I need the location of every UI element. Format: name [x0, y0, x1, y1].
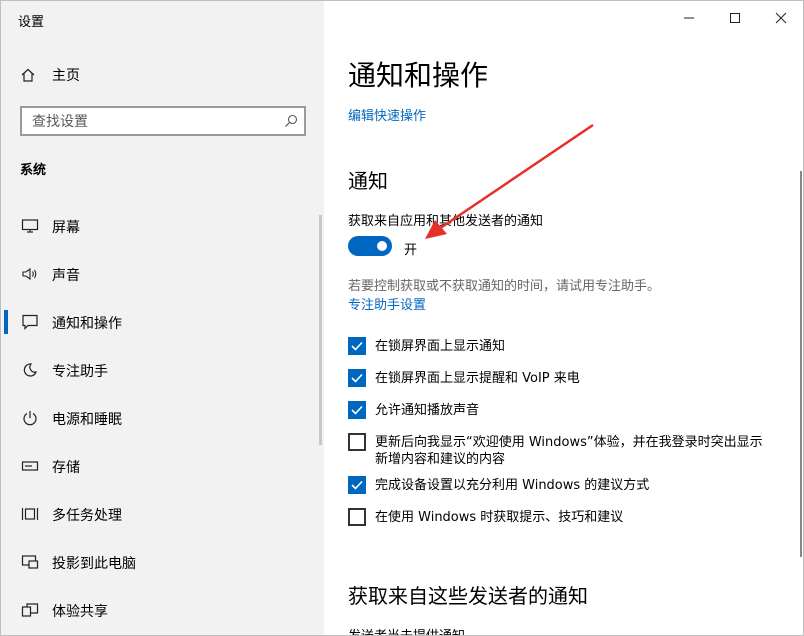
maximize-icon [730, 13, 740, 23]
checkbox-label: 在使用 Windows 时获取提示、技巧和建议 [375, 510, 624, 525]
sidebar-item-project[interactable]: 投影到此电脑 [1, 540, 324, 584]
senders-subtext: 发送者当未提供通知 [348, 625, 465, 635]
focus-assist-settings-link[interactable]: 专注助手设置 [348, 294, 426, 313]
sidebar: 设置 主页 系统 屏幕 声音 [1, 1, 324, 635]
sidebar-item-label: 投影到此电脑 [52, 556, 136, 572]
multitask-icon [20, 504, 40, 524]
main-content: 通知和操作 编辑快速操作 通知 获取来自应用和其他发送者的通知 开 若要控制获取… [324, 1, 803, 635]
minimize-button[interactable] [666, 5, 712, 31]
checkbox-row[interactable]: 在锁屏界面上显示提醒和 VoIP 来电 [348, 369, 778, 387]
checkbox-checked[interactable] [348, 401, 366, 419]
helper-text: 若要控制获取或不获取通知的时间，请试用专注助手。 [348, 279, 661, 294]
close-button[interactable] [758, 5, 803, 31]
checkbox-label: 在锁屏界面上显示通知 [375, 339, 506, 354]
checkbox-row[interactable]: 在锁屏界面上显示通知 [348, 337, 778, 355]
sidebar-item-label: 多任务处理 [52, 508, 122, 524]
checkbox-unchecked[interactable] [348, 433, 366, 451]
sidebar-item-shared-experiences[interactable]: 体验共享 [1, 588, 324, 632]
toggle-state-text: 开 [404, 243, 418, 258]
checkbox-row[interactable]: 在使用 Windows 时获取提示、技巧和建议 [348, 508, 778, 526]
checkbox-unchecked[interactable] [348, 508, 366, 526]
checkbox-checked[interactable] [348, 337, 366, 355]
settings-window: 设置 主页 系统 屏幕 声音 [0, 0, 804, 636]
sidebar-item-sound[interactable]: 声音 [1, 252, 324, 296]
search-input[interactable] [32, 112, 272, 132]
home-nav-item[interactable]: 主页 [20, 64, 80, 86]
edit-quick-actions-link[interactable]: 编辑快速操作 [348, 105, 426, 124]
checkbox-label: 更新后向我显示“欢迎使用 Windows”体验，并在我登录时突出显示新增内容和建… [375, 435, 763, 467]
minimize-icon [684, 17, 694, 19]
sidebar-item-label: 体验共享 [52, 604, 108, 620]
notification-icon [20, 312, 40, 332]
sidebar-item-multitasking[interactable]: 多任务处理 [1, 492, 324, 536]
checkbox-checked[interactable] [348, 369, 366, 387]
page-title: 通知和操作 [348, 59, 489, 92]
checkbox-label: 完成设备设置以充分利用 Windows 的建议方式 [375, 478, 650, 493]
checkbox-label: 在锁屏界面上显示提醒和 VoIP 来电 [375, 371, 580, 386]
storage-icon [20, 456, 40, 476]
checkbox-row[interactable]: 允许通知播放声音 [348, 401, 778, 419]
notifications-toggle[interactable] [348, 236, 392, 256]
speaker-icon [20, 264, 40, 284]
checkmark-icon [351, 373, 363, 383]
toggle-knob [377, 241, 387, 251]
home-label: 主页 [52, 68, 80, 84]
sidebar-item-focus-assist[interactable]: 专注助手 [1, 348, 324, 392]
monitor-icon [20, 216, 40, 236]
main-scrollbar[interactable] [800, 171, 802, 557]
search-box[interactable] [20, 106, 306, 136]
checkmark-icon [351, 341, 363, 351]
sidebar-item-label: 存储 [52, 460, 80, 476]
sidebar-item-storage[interactable]: 存储 [1, 444, 324, 488]
checkbox-label: 允许通知播放声音 [375, 403, 480, 418]
senders-heading: 获取来自这些发送者的通知 [348, 584, 588, 608]
close-icon [775, 12, 787, 24]
notifications-heading: 通知 [348, 169, 388, 193]
project-icon [20, 552, 40, 572]
sidebar-scrollbar[interactable] [319, 215, 322, 445]
sidebar-item-label: 声音 [52, 268, 80, 284]
section-label-system: 系统 [20, 163, 47, 178]
power-icon [20, 408, 40, 428]
checkbox-checked[interactable] [348, 476, 366, 494]
checkbox-row[interactable]: 完成设备设置以充分利用 Windows 的建议方式 [348, 476, 778, 494]
search-icon[interactable] [284, 114, 298, 128]
window-title: 设置 [18, 15, 45, 30]
sidebar-item-label: 专注助手 [52, 364, 108, 380]
checkbox-row[interactable]: 更新后向我显示“欢迎使用 Windows”体验，并在我登录时突出显示新增内容和建… [348, 433, 773, 468]
sidebar-item-label: 屏幕 [52, 220, 80, 236]
sidebar-item-display[interactable]: 屏幕 [1, 204, 324, 248]
sidebar-item-label: 电源和睡眠 [52, 412, 122, 428]
share-icon [20, 600, 40, 620]
checkmark-icon [351, 405, 363, 415]
moon-icon [20, 360, 40, 380]
home-icon [21, 68, 35, 82]
notifications-toggle-label: 获取来自应用和其他发送者的通知 [348, 214, 544, 229]
sidebar-item-power[interactable]: 电源和睡眠 [1, 396, 324, 440]
sidebar-item-label: 通知和操作 [52, 316, 122, 332]
checkmark-icon [351, 480, 363, 490]
maximize-button[interactable] [712, 5, 758, 31]
sidebar-item-notifications[interactable]: 通知和操作 [1, 300, 324, 344]
